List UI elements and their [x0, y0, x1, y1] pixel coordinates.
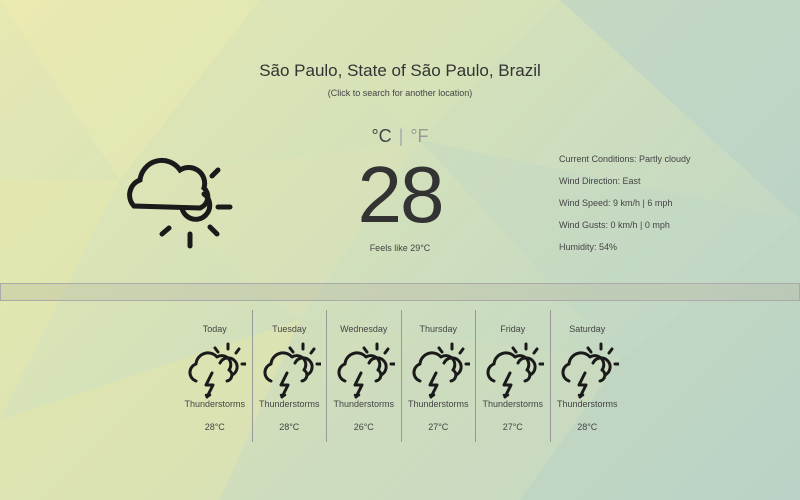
thunderstorm-icon [337, 342, 395, 399]
forecast-temperature: 27°C [502, 422, 523, 432]
wind-speed: Wind Speed: 9 km/h | 6 mph [559, 198, 673, 208]
forecast-condition: Thunderstorms [407, 399, 469, 409]
partly-cloudy-icon [127, 158, 233, 249]
forecast-condition: Thunderstorms [556, 399, 618, 409]
forecast-day-name: Friday [500, 324, 526, 334]
wind-gusts: Wind Gusts: 0 km/h | 0 mph [559, 220, 670, 230]
location-search-bar[interactable] [0, 283, 800, 301]
forecast-day-name: Today [202, 324, 227, 334]
forecast-temperature: 28°C [577, 422, 598, 432]
humidity: Humidity: 54% [559, 242, 618, 252]
unit-fahrenheit[interactable]: °F [410, 126, 428, 146]
forecast-temperature: 28°C [204, 422, 225, 432]
location-title[interactable]: São Paulo, State of São Paulo, Brazil [0, 61, 800, 81]
forecast-day: Today Thunderstorms 28°C [178, 310, 253, 442]
unit-celsius[interactable]: °C [371, 126, 391, 146]
feels-like: Feels like 29°C [369, 243, 431, 253]
thunderstorm-icon [411, 342, 470, 399]
forecast-day: Saturday Thunderstorms 28°C [551, 310, 625, 442]
thunderstorm-icon [560, 342, 619, 399]
forecast-day-name: Tuesday [272, 324, 307, 334]
current-temperature: 28 [357, 150, 445, 239]
forecast-day: Tuesday Thunderstorms 28°C [253, 310, 327, 442]
current-conditions: Current Conditions: Partly cloudy [559, 154, 691, 164]
unit-toggle: °C | °F [300, 126, 500, 147]
current-details: Current Conditions: Partly cloudy Wind D… [559, 154, 691, 264]
forecast-temperature: 28°C [279, 422, 300, 432]
thunderstorm-icon [486, 342, 544, 399]
forecast-day-name: Wednesday [340, 324, 388, 334]
forecast-condition: Thunderstorms [184, 399, 246, 409]
forecast-day: Wednesday Thunderstorms 26°C [327, 310, 402, 442]
wind-direction: Wind Direction: East [559, 176, 641, 186]
forecast-condition: Thunderstorms [333, 399, 395, 409]
unit-separator: | [398, 126, 404, 146]
forecast-day: Thursday Thunderstorms 27°C [402, 310, 476, 442]
location-search-hint: (Click to search for another location) [327, 88, 473, 98]
forecast-condition: Thunderstorms [258, 399, 320, 409]
forecast-condition: Thunderstorms [482, 399, 544, 409]
forecast-day-name: Saturday [569, 324, 606, 334]
forecast-temperature: 27°C [428, 422, 449, 432]
forecast-day: Friday Thunderstorms 27°C [476, 310, 551, 442]
thunderstorm-icon [262, 342, 321, 399]
forecast-day-name: Thursday [419, 324, 458, 334]
forecast-temperature: 26°C [353, 422, 374, 432]
weather-app: São Paulo, State of São Paulo, Brazil (C… [0, 0, 800, 500]
forecast-strip: Today Thunderstorms 28°C Tuesday Thunder… [178, 310, 624, 442]
thunderstorm-icon [188, 342, 246, 399]
